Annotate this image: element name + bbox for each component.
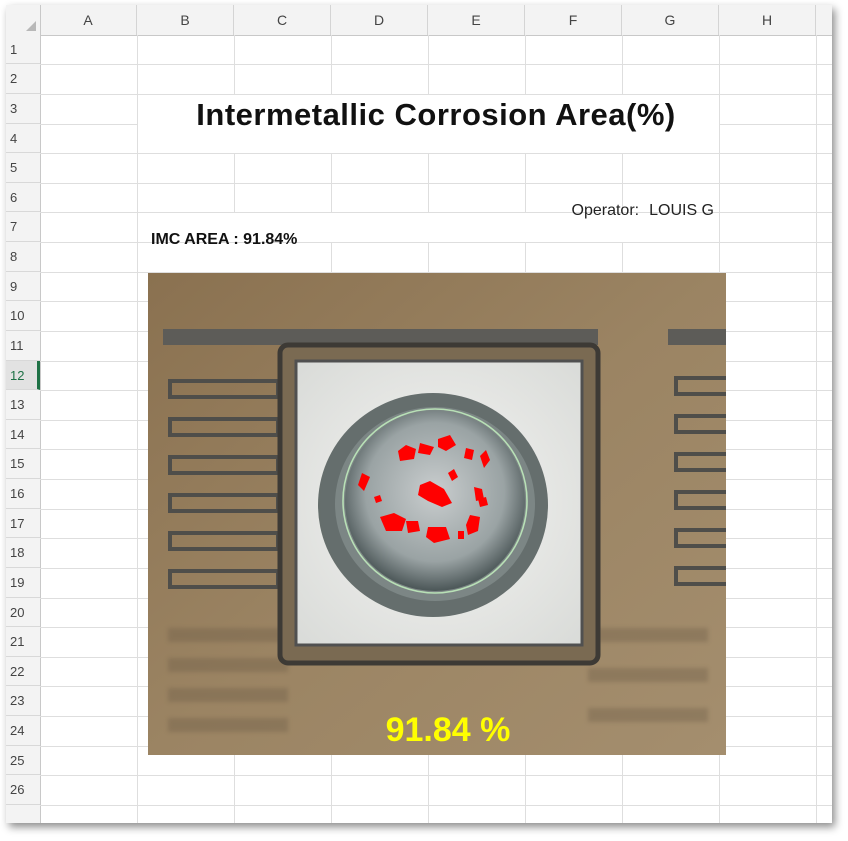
row-header[interactable]: 1: [6, 35, 40, 64]
row-header[interactable]: 17: [6, 509, 40, 538]
operator-label: Operator:: [571, 202, 640, 219]
column-header-c[interactable]: C: [234, 5, 331, 35]
row-header[interactable]: 10: [6, 301, 40, 331]
micrograph-image[interactable]: 91.84 %: [148, 273, 726, 755]
operator-name: LOUIS G: [649, 202, 714, 219]
report-title: Intermetallic Corrosion Area(%): [196, 97, 676, 132]
column-header-b[interactable]: B: [137, 5, 234, 35]
row-header[interactable]: 7: [6, 212, 40, 242]
row-header[interactable]: 22: [6, 657, 40, 686]
column-header-a[interactable]: A: [40, 5, 137, 35]
row-header[interactable]: 23: [6, 686, 40, 716]
column-header-f[interactable]: F: [525, 5, 622, 35]
column-header-g[interactable]: G: [622, 5, 719, 35]
row-header[interactable]: 25: [6, 746, 40, 775]
row-header[interactable]: 4: [6, 124, 40, 153]
row-header[interactable]: 2: [6, 64, 40, 94]
spreadsheet: A B C D E F G H 1 2 3 4 5 6 7 8 9 10 11 …: [6, 5, 832, 823]
row-header[interactable]: 18: [6, 538, 40, 568]
row-header[interactable]: 20: [6, 598, 40, 627]
row-header[interactable]: 6: [6, 183, 40, 212]
row-header[interactable]: 11: [6, 331, 40, 361]
row-header[interactable]: 24: [6, 716, 40, 746]
row-header-active[interactable]: 12: [6, 361, 40, 390]
row-header[interactable]: 21: [6, 627, 40, 657]
operator-line: Operator: LOUIS G: [572, 202, 715, 220]
row-header[interactable]: 3: [6, 94, 40, 124]
column-header-h[interactable]: H: [719, 5, 816, 35]
row-header[interactable]: 5: [6, 153, 40, 183]
row-header[interactable]: 14: [6, 420, 40, 449]
row-header-column: 1 2 3 4 5 6 7 8 9 10 11 12 13 14 15 16 1…: [6, 35, 41, 823]
row-header[interactable]: 15: [6, 449, 40, 479]
row-header[interactable]: 26: [6, 775, 40, 805]
row-header[interactable]: 19: [6, 568, 40, 598]
column-header-e[interactable]: E: [428, 5, 525, 35]
select-all-icon: [26, 21, 36, 31]
column-header-row: A B C D E F G H: [6, 5, 832, 36]
micrograph-overlay-value: 91.84 %: [386, 711, 511, 749]
row-header[interactable]: 13: [6, 390, 40, 420]
select-all-corner[interactable]: [6, 5, 41, 35]
row-header[interactable]: 9: [6, 272, 40, 301]
row-header[interactable]: 16: [6, 479, 40, 509]
column-header-d[interactable]: D: [331, 5, 428, 35]
imc-area-value: IMC AREA : 91.84%: [151, 231, 298, 248]
row-header[interactable]: 8: [6, 242, 40, 272]
